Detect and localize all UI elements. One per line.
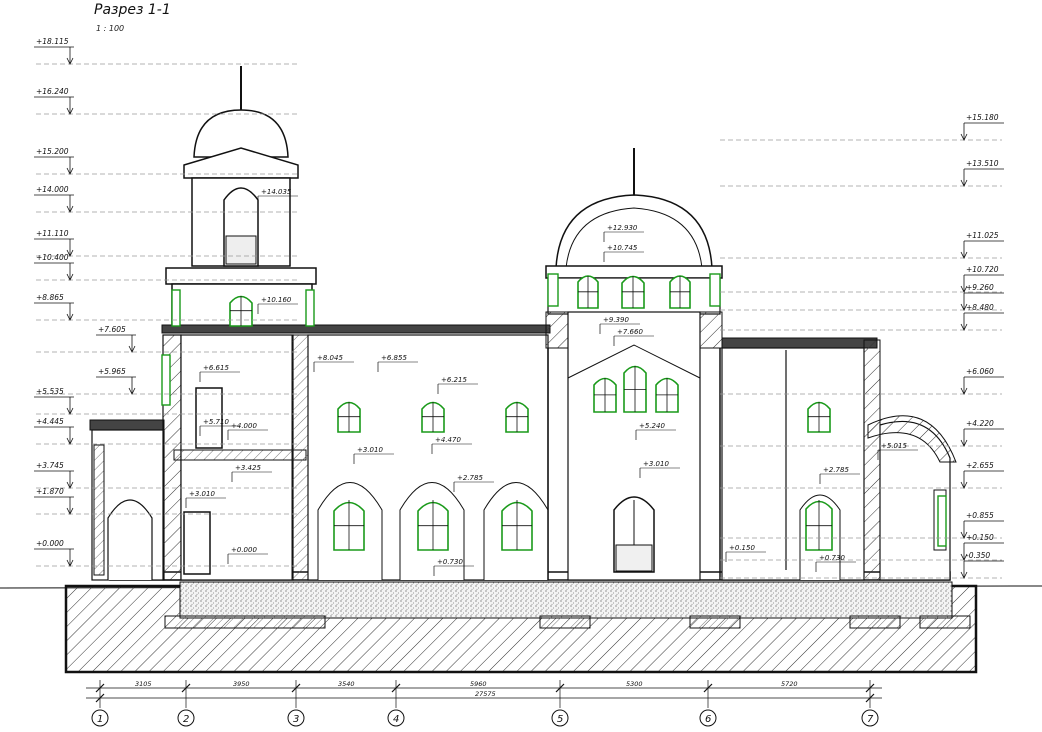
central-drum — [545, 148, 723, 581]
total-dimension-label: 27575 — [475, 690, 496, 698]
inner-level-mark: +8.045 — [317, 354, 343, 362]
inner-level-mark: +6.615 — [203, 364, 229, 372]
dimension-label: 5300 — [626, 680, 643, 688]
dimension-label: 3105 — [135, 680, 152, 688]
inner-level-mark: +0.730 — [819, 554, 845, 562]
inner-level-mark: +2.785 — [457, 474, 483, 482]
left-level-mark: +7.605 — [98, 325, 126, 334]
axis-label: 4 — [393, 714, 399, 725]
right-level-mark: +15.180 — [966, 113, 999, 122]
left-level-mark: +5.535 — [36, 387, 64, 396]
left-level-mark: +15.200 — [36, 147, 69, 156]
dimension-label: 5960 — [470, 680, 487, 688]
right-level-mark: -0.350 — [966, 551, 990, 560]
inner-level-mark: +3.010 — [643, 460, 669, 468]
axis-label: 6 — [705, 714, 711, 725]
left-level-mark: +10.400 — [36, 253, 69, 262]
left-level-mark: +14.000 — [36, 185, 69, 194]
left-level-mark: +5.965 — [98, 367, 126, 376]
right-level-mark: +10.720 — [966, 265, 999, 274]
left-level-mark: +1.870 — [36, 487, 64, 496]
inner-level-mark: +6.215 — [441, 376, 467, 384]
right-level-mark: +2.655 — [966, 461, 994, 470]
left-level-mark: +3.745 — [36, 461, 64, 470]
left-level-mark: +11.110 — [36, 229, 69, 238]
right-level-mark: +4.220 — [966, 419, 994, 428]
dimension-chain: 3105 3950 3540 5960 5300 5720 27575 — [86, 680, 882, 708]
dimension-label: 3540 — [338, 680, 355, 688]
inner-level-mark: +3.425 — [235, 464, 261, 472]
dimension-label: 3950 — [233, 680, 250, 688]
right-level-mark: +0.855 — [966, 511, 994, 520]
axis-label: 2 — [183, 714, 189, 725]
inner-level-mark: +7.660 — [617, 328, 643, 336]
section-drawing: +18.115 +16.240 +15.200 +14.000 +11.110 +10.4… — [0, 37, 1042, 727]
foundation — [64, 571, 978, 674]
left-level-mark: +0.000 — [36, 539, 64, 548]
inner-level-mark: +0.730 — [437, 558, 463, 566]
grid-axes: 1 2 3 4 5 6 7 — [91, 709, 879, 727]
inner-level-mark: +2.785 — [823, 466, 849, 474]
axis-label: 3 — [293, 714, 299, 725]
axis-label: 5 — [557, 714, 563, 725]
inner-level-mark: +0.000 — [231, 546, 257, 554]
axis-label: 1 — [97, 714, 103, 725]
inner-level-mark: +0.150 — [729, 544, 755, 552]
right-level-mark: +11.025 — [966, 231, 999, 240]
dimension-label: 5720 — [781, 680, 798, 688]
inner-level-mark: +6.855 — [381, 354, 407, 362]
left-level-mark: +8.865 — [36, 293, 64, 302]
inner-level-mark: +14.035 — [261, 188, 292, 196]
side-window — [547, 273, 559, 307]
side-window — [937, 495, 947, 547]
inner-level-mark: +10.745 — [607, 244, 638, 252]
right-level-mark: +8.480 — [966, 303, 994, 312]
right-level-mark: +6.060 — [966, 367, 994, 376]
inner-level-mark: +3.010 — [357, 446, 383, 454]
side-window — [161, 354, 171, 406]
inner-level-mark: +10.160 — [261, 296, 292, 304]
axis-label: 7 — [867, 714, 874, 725]
right-level-mark: +13.510 — [966, 159, 999, 168]
side-window — [171, 289, 181, 327]
inner-level-mark: +3.010 — [189, 490, 215, 498]
right-level-mark: +9.260 — [966, 283, 994, 292]
left-level-mark: +16.240 — [36, 87, 69, 96]
inner-level-mark: +5.240 — [639, 422, 665, 430]
inner-level-mark: +5.015 — [881, 442, 907, 450]
inner-level-mark: +9.390 — [603, 316, 629, 324]
inner-level-mark: +5.710 — [203, 418, 229, 426]
side-window — [305, 289, 315, 327]
left-level-mark: +4.445 — [36, 417, 64, 426]
inner-level-mark: +12.930 — [607, 224, 638, 232]
inner-level-mark: +4.470 — [435, 436, 461, 444]
side-window — [709, 273, 721, 307]
bell-tower — [161, 66, 551, 334]
left-level-mark: +18.115 — [36, 37, 69, 46]
inner-level-mark: +4.000 — [231, 422, 257, 430]
right-level-mark: +0.150 — [966, 533, 994, 542]
